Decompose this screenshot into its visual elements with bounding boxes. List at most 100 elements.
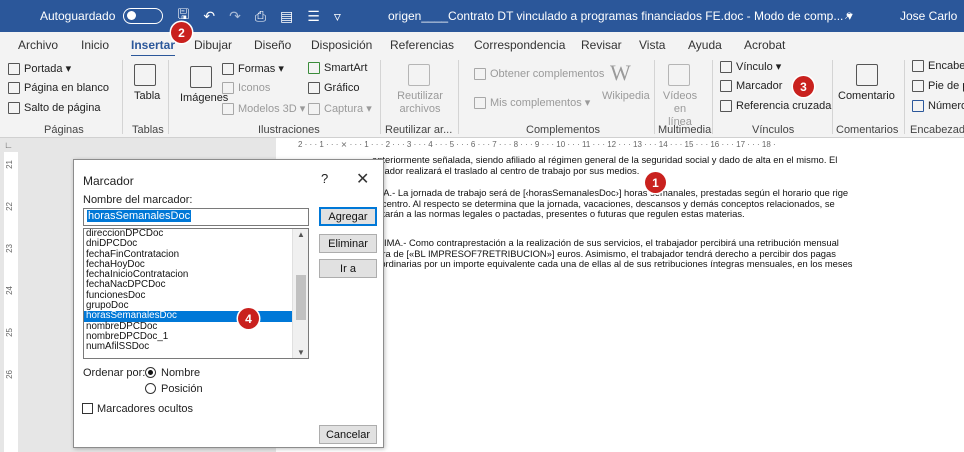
reuse-files-button[interactable]: Reutilizar archivos — [396, 90, 444, 116]
undo-icon[interactable]: ↶ — [203, 8, 215, 25]
autosave-label: Autoguardado — [40, 9, 116, 23]
list-scrollbar[interactable]: ▲ ▼ — [292, 229, 308, 358]
delete-button[interactable]: Eliminar — [319, 234, 377, 253]
tab-selector[interactable]: ∟ — [4, 140, 13, 150]
sort-name-radio[interactable] — [145, 367, 156, 378]
cancel-button[interactable]: Cancelar — [319, 425, 377, 444]
callout-1: 1 — [645, 172, 666, 193]
preview-icon[interactable]: ▤ — [280, 8, 293, 25]
tab-referencias[interactable]: Referencias — [390, 38, 454, 52]
tab-vista[interactable]: Vista — [639, 38, 665, 52]
tab-inicio[interactable]: Inicio — [81, 38, 109, 52]
help-button[interactable]: ? — [321, 171, 328, 186]
footer-label: Pie de p — [928, 80, 964, 92]
sort-position-label[interactable]: Posición — [161, 383, 203, 395]
tab-diseno[interactable]: Diseño — [254, 38, 291, 52]
text-line: el centro. Al respecto se determina que … — [372, 198, 835, 209]
goto-button[interactable]: Ir a — [319, 259, 377, 278]
comment-icon[interactable] — [856, 64, 878, 86]
smartart-label: SmartArt — [324, 62, 368, 74]
tab-correspondencia[interactable]: Correspondencia — [474, 38, 565, 52]
list-item[interactable]: numAfilSSDoc — [84, 341, 294, 352]
group-label-reutilizar: Reutilizar ar... — [385, 124, 453, 136]
link-button[interactable]: Vínculo ▾ — [720, 60, 781, 73]
tab-disposicion[interactable]: Disposición — [311, 38, 372, 52]
wikipedia-button[interactable]: Wikipedia — [602, 90, 650, 102]
link-icon — [720, 60, 732, 73]
blank-page-label: Página en blanco — [24, 82, 110, 94]
paragraph-1: anteriormente señalada, siendo afiliado … — [372, 155, 957, 176]
shapes-button[interactable]: Formas ▾ — [222, 62, 284, 75]
images-icon[interactable] — [190, 66, 212, 88]
scroll-up-icon[interactable]: ▲ — [297, 230, 305, 239]
bookmark-dialog: Marcador ? ✕ Nombre del marcador: horasS… — [73, 159, 384, 448]
bookmark-list[interactable]: direccionDPCDoc dniDPCDoc fechaFinContra… — [83, 228, 309, 359]
group-label-multimedia: Multimedia — [658, 124, 712, 136]
table-button[interactable]: Tabla — [134, 90, 160, 102]
separator — [712, 60, 713, 134]
horizontal-ruler[interactable]: 2 · · · 1 · · · ⨯ · · · 1 · · · 2 · · · … — [276, 138, 964, 152]
ruler-number: 25 — [5, 328, 14, 337]
reuse-files-icon[interactable] — [408, 64, 430, 86]
header-button[interactable]: Encabez — [912, 60, 964, 72]
tab-insertar[interactable]: Insertar — [131, 38, 176, 57]
cross-reference-icon — [720, 100, 732, 112]
page-number-button[interactable]: Número — [912, 100, 964, 112]
get-addins-button[interactable]: Obtener complementos — [474, 68, 604, 80]
group-label-encabezado: Encabezado y — [910, 124, 964, 136]
page-number-label: Número — [928, 100, 964, 112]
icons-icon — [222, 82, 234, 94]
cover-page-icon — [8, 62, 20, 75]
print-icon[interactable]: ⎙ — [255, 8, 266, 25]
wikipedia-icon[interactable]: W — [610, 60, 631, 86]
bookmark-button[interactable]: Marcador — [720, 80, 782, 92]
list-icon[interactable]: ☰ — [307, 8, 320, 25]
scroll-thumb[interactable] — [296, 275, 306, 320]
search-icon[interactable]: ⌕ — [845, 6, 853, 23]
header-icon — [912, 60, 924, 72]
customize-icon[interactable]: ▿ — [334, 8, 341, 25]
shapes-label: Formas ▾ — [238, 63, 284, 75]
hidden-bookmarks-label[interactable]: Marcadores ocultos — [97, 403, 193, 415]
redo-icon[interactable]: ↷ — [229, 8, 241, 25]
online-video-icon[interactable] — [668, 64, 690, 86]
chart-icon — [308, 82, 320, 94]
3d-models-label: Modelos 3D ▾ — [238, 103, 306, 115]
vertical-ruler[interactable]: 21 22 23 24 25 26 — [4, 152, 18, 452]
ruler-number: 24 — [5, 286, 14, 295]
tab-ayuda[interactable]: Ayuda — [688, 38, 722, 52]
smartart-button[interactable]: SmartArt — [308, 62, 367, 74]
icons-button[interactable]: Iconos — [222, 82, 270, 94]
shapes-icon — [222, 62, 234, 75]
tab-dibujar[interactable]: Dibujar — [194, 38, 232, 52]
tab-revisar[interactable]: Revisar — [581, 38, 622, 52]
table-icon[interactable] — [134, 64, 156, 86]
screenshot-button[interactable]: Captura ▾ — [308, 102, 372, 115]
sort-position-radio[interactable] — [145, 383, 156, 394]
cross-reference-button[interactable]: Referencia cruzada — [720, 100, 831, 112]
comment-button[interactable]: Comentario — [838, 90, 895, 102]
sort-name-label[interactable]: Nombre — [161, 367, 200, 379]
footer-button[interactable]: Pie de p — [912, 80, 964, 92]
bookmark-name-input[interactable]: horasSemanalesDoc — [83, 208, 309, 226]
close-icon[interactable]: ✕ — [356, 169, 369, 189]
page-break-button[interactable]: Salto de página — [8, 102, 100, 114]
tab-archivo[interactable]: Archivo — [18, 38, 58, 52]
bookmark-name-value: horasSemanalesDoc — [87, 210, 192, 222]
screenshot-label: Captura ▾ — [324, 103, 372, 115]
chart-button[interactable]: Gráfico — [308, 82, 359, 94]
autosave-toggle[interactable] — [123, 8, 164, 24]
scroll-down-icon[interactable]: ▼ — [297, 348, 305, 357]
blank-page-button[interactable]: Página en blanco — [8, 82, 109, 94]
3d-models-button[interactable]: Modelos 3D ▾ — [222, 102, 305, 115]
tab-acrobat[interactable]: Acrobat — [744, 38, 785, 52]
user-name[interactable]: Jose Carlo — [900, 9, 957, 23]
header-label: Encabez — [928, 60, 964, 72]
my-addins-button[interactable]: Mis complementos ▾ — [474, 96, 590, 109]
link-label: Vínculo ▾ — [736, 61, 782, 73]
hidden-bookmarks-checkbox[interactable] — [82, 403, 93, 414]
bookmark-name-label: Nombre del marcador: — [83, 194, 193, 206]
ruler-number: 23 — [5, 244, 14, 253]
add-button[interactable]: Agregar — [319, 207, 377, 226]
cover-page-button[interactable]: Portada ▾ — [8, 62, 71, 75]
